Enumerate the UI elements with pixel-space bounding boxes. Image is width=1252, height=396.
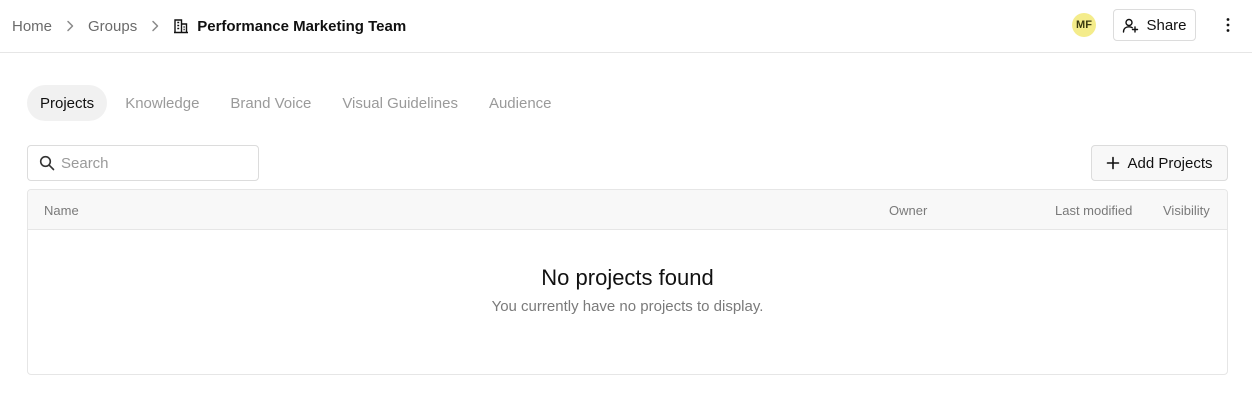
search-box (27, 145, 259, 181)
page-title: Performance Marketing Team (197, 17, 407, 35)
share-label: Share (1146, 16, 1187, 34)
column-header-visibility[interactable]: Visibility (1163, 203, 1210, 218)
column-header-last-modified[interactable]: Last modified (1055, 203, 1132, 218)
search-icon (39, 155, 55, 171)
tab-brand-voice[interactable]: Brand Voice (217, 85, 324, 121)
search-input[interactable] (61, 154, 241, 172)
projects-table: Name Owner Last modified Visibility No p… (27, 189, 1228, 375)
tab-knowledge[interactable]: Knowledge (112, 85, 212, 121)
tab-bar: Projects Knowledge Brand Voice Visual Gu… (27, 85, 570, 121)
breadcrumb: Home Groups Performance Marketing Team (12, 0, 406, 52)
tab-visual-guidelines[interactable]: Visual Guidelines (329, 85, 471, 121)
user-plus-icon (1122, 17, 1139, 34)
breadcrumb-current: Performance Marketing Team (173, 18, 406, 35)
breadcrumb-groups[interactable]: Groups (88, 18, 137, 35)
column-header-name[interactable]: Name (44, 203, 79, 218)
more-vertical-icon[interactable] (1219, 14, 1237, 36)
column-header-owner[interactable]: Owner (889, 203, 927, 218)
avatar[interactable]: MF (1072, 13, 1096, 37)
plus-icon (1106, 156, 1120, 170)
chevron-right-icon (63, 19, 77, 33)
building-icon (173, 18, 189, 34)
breadcrumb-home[interactable]: Home (12, 18, 52, 35)
chevron-right-icon (148, 19, 162, 33)
add-projects-label: Add Projects (1127, 154, 1213, 172)
share-button[interactable]: Share (1113, 9, 1196, 41)
table-header: Name Owner Last modified Visibility (28, 190, 1227, 230)
top-bar: Home Groups Performance Marketing Team M… (0, 0, 1252, 53)
tab-audience[interactable]: Audience (476, 85, 565, 121)
tab-projects[interactable]: Projects (27, 85, 108, 121)
empty-state-subtitle: You currently have no projects to displa… (491, 298, 764, 315)
empty-state-title: No projects found (541, 265, 714, 290)
add-projects-button[interactable]: Add Projects (1091, 145, 1228, 181)
